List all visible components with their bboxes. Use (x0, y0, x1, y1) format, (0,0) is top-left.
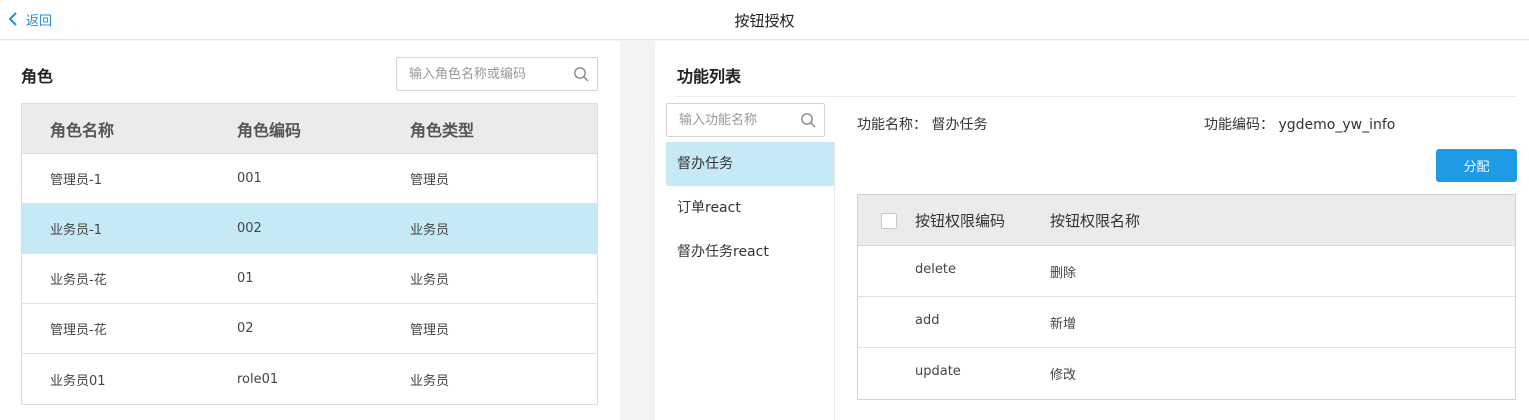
role-code-cell: 002 (237, 221, 262, 236)
table-row[interactable]: 业务员01 role01 业务员 (22, 354, 597, 404)
search-icon[interactable] (573, 66, 589, 82)
function-name-info: 功能名称： 督办任务 (857, 114, 987, 134)
list-item[interactable]: 订单react (666, 186, 834, 230)
column-header-role-code: 角色编码 (237, 120, 302, 140)
role-search-input[interactable] (397, 58, 597, 90)
role-search (396, 57, 598, 91)
role-code-cell: role01 (237, 371, 279, 387)
role-name-cell: 业务员-1 (50, 223, 102, 238)
column-header-button-name: 按钮权限名称 (1050, 212, 1141, 230)
role-name-cell: 业务员-花 (50, 273, 107, 288)
permissions-table: 按钮权限编码 按钮权限名称 delete 删除 add 新增 update 修改 (857, 194, 1516, 400)
permission-name-cell: 删除 (1050, 266, 1077, 281)
select-all-checkbox[interactable] (881, 213, 897, 229)
function-list: 督办任务 订单react 督办任务react (666, 142, 834, 274)
functions-panel: 功能列表 督办任务 订单react 督办任务react 功能名称： 督办任务 功… (655, 41, 1529, 420)
function-name-label: 功能名称： (857, 117, 927, 133)
permission-code-cell: add (915, 313, 940, 328)
roles-table-header: 角色名称 角色编码 角色类型 (22, 104, 597, 154)
roles-title: 角色 (21, 67, 54, 86)
table-row[interactable]: add 新增 (858, 297, 1515, 348)
roles-table: 角色名称 角色编码 角色类型 管理员-1 001 管理员 业务员-1 002 业… (21, 103, 598, 405)
permission-code-cell: delete (915, 262, 956, 277)
column-header-role-name: 角色名称 (50, 120, 115, 140)
divider (677, 96, 1517, 97)
role-code-cell: 01 (237, 271, 254, 286)
role-name-cell: 管理员-1 (50, 173, 102, 188)
list-item[interactable]: 督办任务 (666, 142, 834, 186)
column-header-button-code: 按钮权限编码 (915, 212, 1006, 230)
role-type-cell: 业务员 (410, 273, 450, 288)
function-search (666, 103, 825, 137)
function-code-info: 功能编码： ygdemo_yw_info (1204, 114, 1395, 134)
role-type-cell: 管理员 (410, 173, 450, 188)
role-type-cell: 管理员 (410, 323, 450, 338)
roles-panel: 角色 角色名称 角色编码 角色类型 管理员-1 001 管理员 业务员-1 00… (0, 41, 620, 420)
table-row[interactable]: 管理员-花 02 管理员 (22, 304, 597, 354)
permission-name-cell: 修改 (1050, 368, 1077, 383)
permission-name-cell: 新增 (1050, 317, 1077, 332)
table-row[interactable]: 业务员-1 002 业务员 (22, 204, 597, 254)
permissions-table-header: 按钮权限编码 按钮权限名称 (858, 195, 1515, 246)
function-code-label: 功能编码： (1204, 117, 1274, 133)
divider (834, 142, 835, 420)
table-row[interactable]: 管理员-1 001 管理员 (22, 154, 597, 204)
assign-button[interactable]: 分配 (1436, 149, 1517, 182)
page-title: 按钮授权 (734, 12, 795, 30)
role-type-cell: 业务员 (410, 373, 450, 389)
function-name-value: 督办任务 (931, 117, 988, 133)
top-bar: 返回 按钮授权 (0, 0, 1529, 40)
role-name-cell: 管理员-花 (50, 323, 107, 338)
table-row[interactable]: 业务员-花 01 业务员 (22, 254, 597, 304)
table-row[interactable]: update 修改 (858, 348, 1515, 399)
list-item[interactable]: 督办任务react (666, 230, 834, 274)
column-header-role-type: 角色类型 (410, 120, 475, 140)
function-code-value: ygdemo_yw_info (1278, 117, 1396, 133)
role-type-cell: 业务员 (410, 223, 450, 238)
role-code-cell: 02 (237, 321, 254, 336)
table-row[interactable]: delete 删除 (858, 246, 1515, 297)
search-icon[interactable] (800, 112, 816, 128)
role-code-cell: 001 (237, 171, 262, 186)
functions-title: 功能列表 (677, 67, 742, 86)
permission-code-cell: update (915, 364, 961, 379)
role-name-cell: 业务员01 (50, 373, 106, 389)
